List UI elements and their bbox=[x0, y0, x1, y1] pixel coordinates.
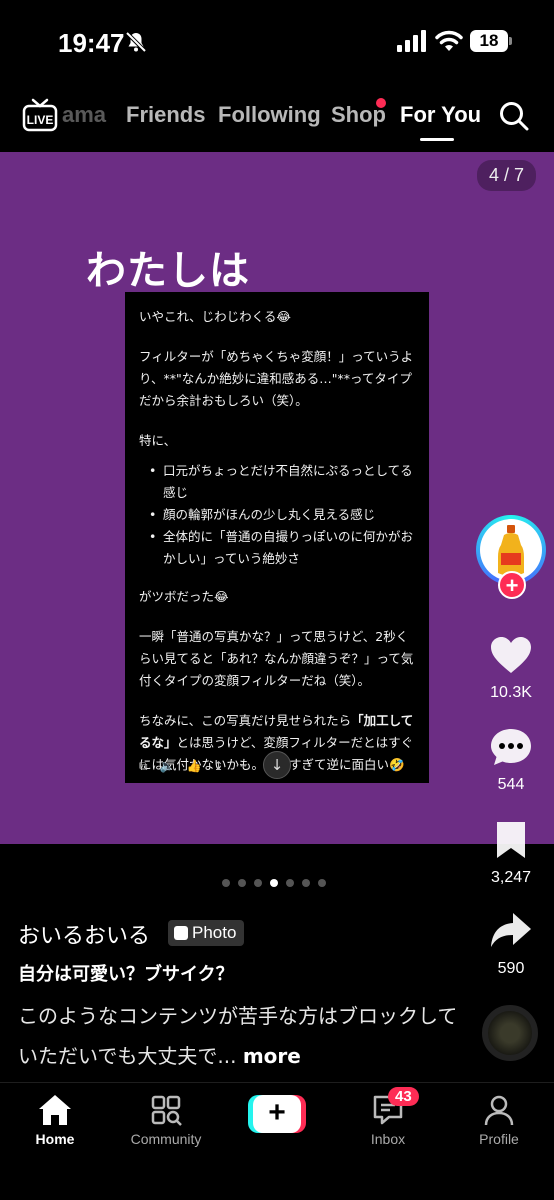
share-count: 590 bbox=[497, 960, 525, 977]
nav-community[interactable]: Community bbox=[111, 1093, 221, 1147]
bottom-nav: Home Community + Inbox 43 Profile bbox=[0, 1082, 554, 1200]
more-link[interactable]: more bbox=[243, 1044, 301, 1068]
live-icon[interactable]: LIVE bbox=[22, 98, 58, 132]
live-label: LIVE bbox=[27, 113, 54, 127]
share-arrow-icon bbox=[491, 913, 531, 947]
thumbs-icon: 👍 bbox=[186, 759, 202, 773]
slide-counter: 4 / 7 bbox=[476, 160, 536, 191]
card-bullet: 顔の輪郭がほんの少し丸く見える感じ bbox=[149, 504, 417, 526]
carousel-dot bbox=[302, 879, 310, 887]
share-icon: ↥ bbox=[213, 759, 224, 773]
tab-drama[interactable]: ama bbox=[62, 102, 106, 128]
inbox-badge: 43 bbox=[388, 1087, 419, 1106]
top-nav: LIVE ama Friends Following Shop For You bbox=[0, 88, 554, 144]
follow-button[interactable]: + bbox=[498, 571, 526, 599]
nav-home-label: Home bbox=[35, 1131, 75, 1147]
card-paragraph: いやこれ、じわじわくる😂 bbox=[139, 309, 291, 324]
creator-username[interactable]: おいるおいる bbox=[18, 918, 150, 950]
scroll-down-icon: ↓ bbox=[263, 751, 291, 779]
wifi-icon bbox=[435, 30, 463, 51]
carousel-dots bbox=[222, 879, 326, 887]
nav-community-label: Community bbox=[130, 1131, 202, 1147]
card-bullet: 全体的に「普通の自撮りっぽいのに何かがおかしい」っていう絶妙さ bbox=[149, 526, 417, 570]
card-text: ちなみに、この写真だけ見せられたら bbox=[139, 713, 352, 728]
home-icon bbox=[39, 1095, 71, 1125]
photo-badge: Photo bbox=[168, 920, 245, 946]
carousel-dot bbox=[254, 879, 262, 887]
search-icon[interactable] bbox=[498, 100, 530, 132]
tab-for-you[interactable]: For You bbox=[400, 102, 481, 128]
nav-inbox[interactable]: Inbox bbox=[333, 1093, 443, 1147]
copy-icon: ⧉ bbox=[139, 759, 148, 773]
share-button[interactable]: 590 bbox=[468, 911, 554, 978]
plus-icon: + bbox=[253, 1095, 301, 1133]
like-count: 10.3K bbox=[490, 684, 532, 701]
carousel-dot bbox=[222, 879, 230, 887]
save-count: 3,247 bbox=[490, 869, 532, 886]
card-action-row: ⧉ 🔈 👍 ↥ ··· bbox=[139, 755, 247, 777]
tab-friends[interactable]: Friends bbox=[126, 102, 205, 128]
tab-following[interactable]: Following bbox=[218, 102, 321, 128]
photo-icon bbox=[174, 926, 188, 940]
photo-badge-label: Photo bbox=[192, 923, 237, 942]
post-title: 自分は可愛い？ブサイク？ bbox=[18, 964, 234, 985]
active-tab-indicator bbox=[420, 138, 454, 141]
comment-count: 544 bbox=[497, 776, 525, 793]
heart-icon bbox=[491, 637, 531, 673]
status-time: 19:47 bbox=[58, 28, 125, 58]
carousel-dot bbox=[286, 879, 294, 887]
card-paragraph: 一瞬「普通の写真かな？」って思うけど、2秒くらい見てると「あれ？なんか顔違うぞ？… bbox=[139, 629, 414, 688]
speaker-icon: 🔈 bbox=[159, 759, 175, 773]
card-bullet: 口元がちょっとだけ不自然にぷるっとしてる感じ bbox=[149, 460, 417, 504]
description-text: このようなコンテンツが苦手な方はブロックしていただいでも大丈夫で... bbox=[18, 1004, 458, 1068]
carousel-dot bbox=[318, 879, 326, 887]
bell-muted-icon bbox=[125, 31, 147, 53]
post-description[interactable]: このようなコンテンツが苦手な方はブロックしていただいでも大丈夫で... more bbox=[18, 996, 458, 1076]
save-button[interactable]: 3,247 bbox=[468, 820, 554, 887]
sound-disc-icon[interactable] bbox=[482, 1005, 538, 1061]
card-paragraph: フィルターが「めちゃくちゃ変顔！」っていうより、**"なんか絶妙に違和感ある…"… bbox=[139, 349, 414, 408]
comment-icon bbox=[491, 729, 531, 765]
community-icon bbox=[151, 1095, 182, 1126]
overlay-title: わたしは bbox=[86, 248, 250, 294]
like-button[interactable]: 10.3K bbox=[468, 635, 554, 702]
battery-nub bbox=[509, 37, 512, 45]
more-icon: ··· bbox=[235, 759, 247, 773]
comment-button[interactable]: 544 bbox=[468, 727, 554, 794]
shop-notification-dot bbox=[376, 98, 386, 108]
create-button[interactable]: + bbox=[248, 1095, 306, 1133]
card-paragraph: がツボだった😂 bbox=[139, 589, 229, 604]
signal-icon bbox=[397, 30, 426, 52]
chat-screenshot-card: いやこれ、じわじわくる😂 フィルターが「めちゃくちゃ変顔！」っていうより、**"… bbox=[125, 292, 429, 783]
carousel-dot-active bbox=[270, 879, 278, 887]
nav-profile[interactable]: Profile bbox=[444, 1093, 554, 1147]
nav-inbox-label: Inbox bbox=[370, 1131, 406, 1147]
nav-profile-label: Profile bbox=[479, 1131, 519, 1147]
carousel-dot bbox=[238, 879, 246, 887]
profile-icon bbox=[484, 1095, 514, 1126]
card-paragraph: 特に、 bbox=[139, 433, 177, 448]
battery-indicator: 18 bbox=[470, 30, 508, 52]
bookmark-icon bbox=[497, 822, 525, 858]
nav-home[interactable]: Home bbox=[0, 1093, 110, 1147]
card-bullet-list: 口元がちょっとだけ不自然にぷるっとしてる感じ 顔の輪郭がほんの少し丸く見える感じ… bbox=[139, 460, 417, 570]
status-bar: 19:47 18 bbox=[0, 0, 554, 80]
